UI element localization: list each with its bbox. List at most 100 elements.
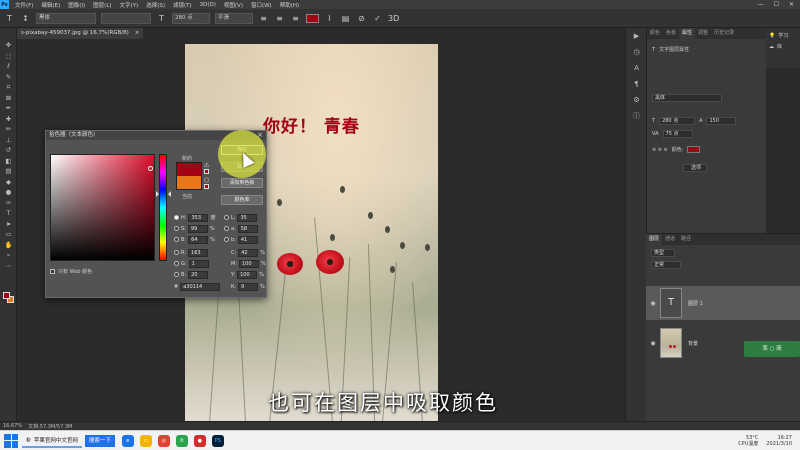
frame-tool-icon[interactable]: ⊠	[0, 93, 17, 104]
input-a[interactable]: 58	[237, 224, 258, 233]
menu-edit[interactable]: 编辑(E)	[41, 1, 60, 9]
align-center-icon[interactable]: ≡	[274, 13, 285, 24]
web-only-option[interactable]: 只有 Web 颜色	[50, 268, 92, 275]
type-tool-icon[interactable]: T	[0, 208, 17, 219]
tab-properties[interactable]: 属性	[679, 28, 696, 39]
menu-image[interactable]: 图像(I)	[68, 1, 85, 9]
radio-h[interactable]	[174, 215, 179, 220]
menu-view[interactable]: 视图(V)	[224, 1, 243, 9]
current-color-swatch[interactable]	[176, 176, 202, 190]
more-options-button[interactable]: 选项	[683, 164, 707, 172]
input-brightness[interactable]: 64	[188, 235, 209, 244]
stamp-tool-icon[interactable]: ⊥	[0, 135, 17, 146]
lasso-tool-icon[interactable]: ℓ	[0, 61, 17, 72]
input-h[interactable]: 353	[188, 213, 209, 222]
visibility-eye-icon[interactable]: ◉	[646, 340, 660, 347]
healing-tool-icon[interactable]: ✚	[0, 114, 17, 125]
radio-blue[interactable]	[174, 272, 179, 277]
hand-tool-icon[interactable]: ✋	[0, 240, 17, 251]
input-g[interactable]: 1	[188, 259, 209, 268]
cancel-edit-icon[interactable]: ⊘	[356, 13, 367, 24]
document-tab[interactable]: s-pixabay-459037.jpg @ 16.7%(RGB/8) ×	[17, 28, 144, 39]
layer-filter-select[interactable]: 类型	[651, 249, 675, 257]
wechat-icon[interactable]: ✆	[175, 434, 188, 447]
input-l[interactable]: 35	[237, 213, 258, 222]
web-only-checkbox[interactable]	[50, 269, 55, 274]
input-c[interactable]: 42	[238, 248, 259, 257]
warp-text-icon[interactable]: ⌇	[324, 13, 335, 24]
tab-paths[interactable]: 路径	[678, 234, 694, 245]
paragraph-panel-icon[interactable]: ¶	[626, 76, 647, 92]
input-s[interactable]: 99	[187, 224, 208, 233]
radio-brightness[interactable]	[174, 237, 179, 242]
blur-tool-icon[interactable]: ◆	[0, 177, 17, 188]
properties-color-swatch[interactable]	[687, 146, 701, 153]
blend-mode-select[interactable]: 正常	[651, 261, 681, 269]
font-size-select[interactable]: 280 点	[172, 12, 210, 24]
gradient-tool-icon[interactable]: ▤	[0, 166, 17, 177]
record-icon[interactable]: ●	[193, 434, 206, 447]
out-of-gamut-warning-icon[interactable]: ⚠	[204, 162, 209, 169]
menu-type[interactable]: 文字(Y)	[120, 1, 139, 9]
zoom-level[interactable]: 16.67%	[3, 423, 22, 429]
hue-slider-handle-left[interactable]	[156, 191, 159, 197]
radio-a[interactable]	[224, 226, 229, 231]
learn-item[interactable]: 💡 学习	[766, 28, 800, 40]
adjust-icon[interactable]: ⚙	[626, 92, 647, 108]
tab-adjustments[interactable]: 调整	[695, 28, 711, 39]
input-y[interactable]: 100	[237, 270, 258, 279]
antialias-select[interactable]: 平滑	[215, 12, 253, 24]
color-field[interactable]	[50, 154, 155, 261]
tab-history[interactable]: 历史记录	[711, 28, 737, 39]
photoshop-taskbar-icon[interactable]: PS	[211, 434, 224, 447]
3d-icon[interactable]: 3D	[388, 13, 399, 24]
info-icon[interactable]: ⓘ	[626, 108, 647, 124]
input-m[interactable]: 100	[239, 259, 259, 268]
move-tool-icon[interactable]: ✥	[0, 40, 17, 51]
taskbar-task-browser[interactable]: ◍ 苹果官网中文官网	[22, 434, 82, 448]
tab-channels[interactable]: 通道	[662, 234, 678, 245]
char-panel-icon[interactable]: A	[626, 60, 647, 76]
text-color-swatch[interactable]	[306, 13, 319, 23]
menu-filter[interactable]: 滤镜(T)	[173, 1, 192, 9]
radio-b-lab[interactable]	[224, 237, 229, 242]
menu-layer[interactable]: 图层(L)	[93, 1, 111, 9]
foreground-background-colors[interactable]	[3, 292, 15, 304]
layer-row[interactable]: ◉ T 图层 1	[646, 286, 800, 320]
web-safe-swatch[interactable]	[204, 184, 209, 189]
input-b-lab[interactable]: 41	[237, 235, 258, 244]
eyedropper-tool-icon[interactable]: ✒	[0, 103, 17, 114]
menu-window[interactable]: 窗口(W)	[251, 1, 272, 9]
hue-slider[interactable]	[159, 154, 167, 261]
path-select-tool-icon[interactable]: ➤	[0, 219, 17, 230]
color-field-marker[interactable]	[148, 166, 153, 171]
edge-icon[interactable]: e	[121, 434, 134, 447]
hex-input[interactable]: a30114	[180, 282, 221, 291]
zoom-tool-icon[interactable]: ⌕	[0, 250, 17, 261]
eraser-tool-icon[interactable]: ◧	[0, 156, 17, 167]
orientation-icon[interactable]: ↕	[20, 13, 31, 24]
type-tool-icon[interactable]: T	[4, 13, 15, 24]
play-icon[interactable]: ▶	[626, 28, 647, 44]
font-family-select[interactable]: 黑体	[36, 12, 96, 24]
menu-select[interactable]: 选择(S)	[146, 1, 165, 9]
input-blue[interactable]: 20	[188, 270, 209, 279]
radio-s[interactable]	[174, 226, 179, 231]
document-tab-close-icon[interactable]: ×	[135, 28, 140, 39]
dodge-tool-icon[interactable]: ●	[0, 187, 17, 198]
clock[interactable]: 16:27 2021/3/10	[766, 435, 792, 447]
library-item[interactable]: ☁ 库	[766, 39, 800, 51]
add-to-swatches-button[interactable]: 添加到色板	[221, 178, 263, 188]
marquee-tool-icon[interactable]: ⬚	[0, 51, 17, 62]
radio-g[interactable]	[174, 261, 179, 266]
commit-edit-icon[interactable]: ✓	[372, 13, 383, 24]
visibility-eye-icon[interactable]: ◉	[646, 300, 660, 307]
foreground-color-swatch[interactable]	[3, 292, 10, 299]
minimize-icon[interactable]: —	[758, 1, 764, 8]
font-family-select[interactable]: 黑体	[652, 94, 722, 102]
web-safe-cube-icon[interactable]: ⬡	[204, 177, 209, 184]
brush-tool-icon[interactable]: ✏	[0, 124, 17, 135]
chrome-icon[interactable]: ◎	[157, 434, 170, 447]
gamut-swatch[interactable]	[204, 169, 209, 174]
hue-slider-handle-right[interactable]	[168, 191, 171, 197]
